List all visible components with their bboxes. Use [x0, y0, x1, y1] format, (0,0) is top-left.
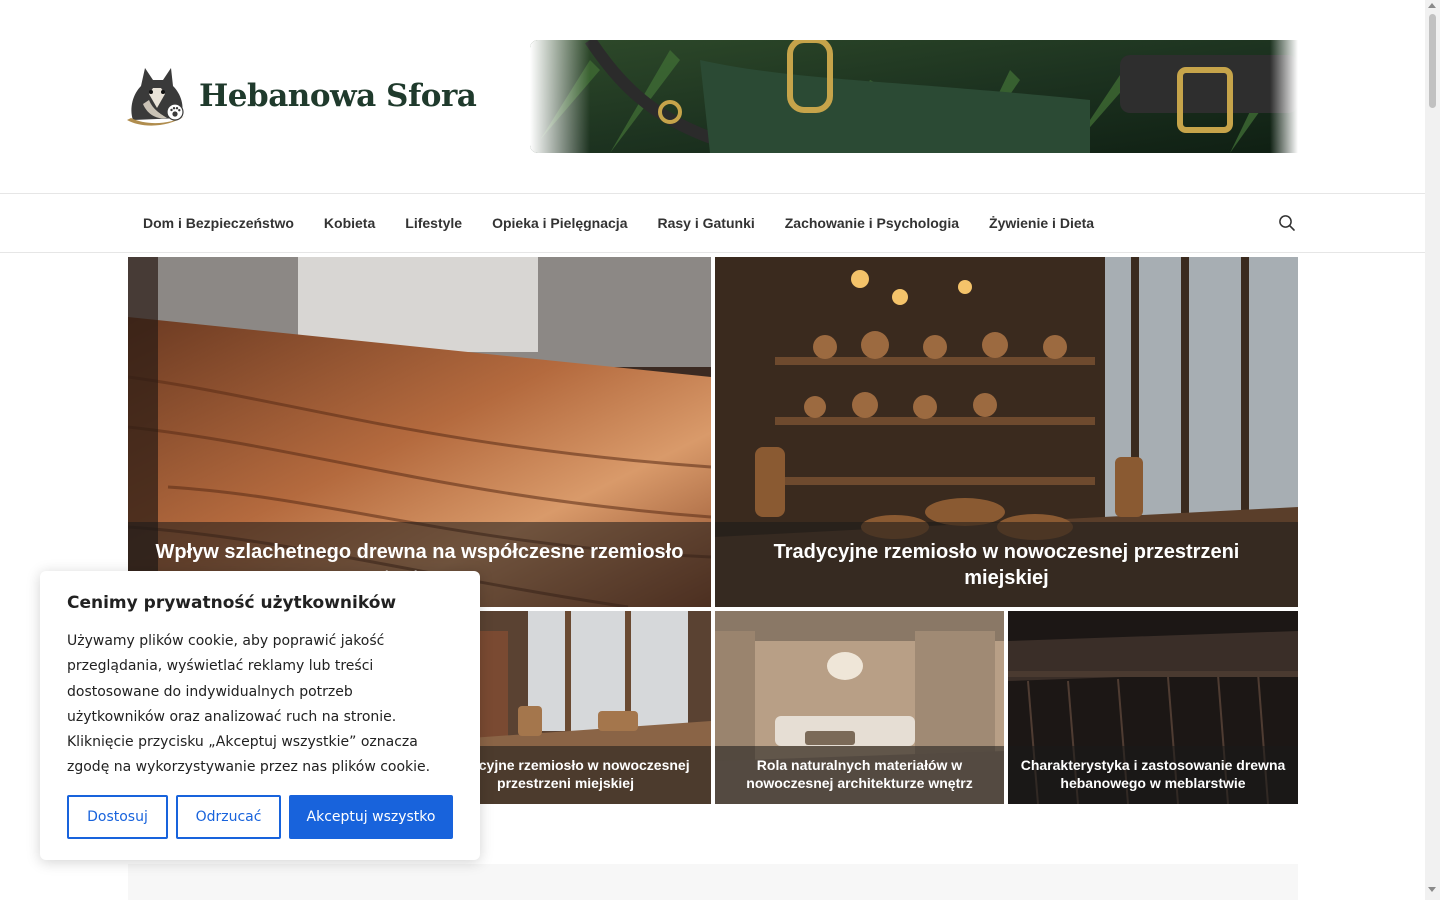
nav-item-dom-i-bezpieczenstwo[interactable]: Dom i Bezpieczeństwo	[128, 215, 309, 231]
featured-post-4[interactable]: Rola naturalnych materiałów w nowoczesne…	[715, 611, 1004, 804]
featured-post-2[interactable]: Tradycyjne rzemiosło w nowoczesnej przes…	[715, 257, 1298, 607]
site-header: Hebanowa Sfora	[0, 0, 1425, 193]
nav-menu: Dom i Bezpieczeństwo Kobieta Lifestyle O…	[128, 194, 1109, 252]
cookie-banner-actions: Dostosuj Odrzucać Akceptuj wszystko	[67, 795, 453, 839]
scroll-up-arrow-icon[interactable]	[1428, 3, 1436, 8]
nav-item-zywienie-i-dieta[interactable]: Żywienie i Dieta	[974, 215, 1109, 231]
featured-post-title[interactable]: Charakterystyka i zastosowanie drewna he…	[1008, 746, 1298, 804]
customize-button[interactable]: Dostosuj	[67, 795, 168, 839]
nav-item-rasy-i-gatunki[interactable]: Rasy i Gatunki	[642, 215, 769, 231]
page-scrollbar[interactable]	[1425, 0, 1440, 900]
nav-item-zachowanie-i-psychologia[interactable]: Zachowanie i Psychologia	[770, 215, 974, 231]
featured-post-1[interactable]: Wpływ szlachetnego drewna na współczesne…	[128, 257, 711, 607]
header-banner[interactable]	[530, 40, 1298, 153]
featured-post-title[interactable]: Tradycyjne rzemiosło w nowoczesnej przes…	[715, 522, 1298, 607]
scroll-down-arrow-icon[interactable]	[1428, 887, 1436, 892]
husky-dog-icon	[127, 68, 185, 126]
accept-all-button[interactable]: Akceptuj wszystko	[289, 795, 453, 839]
cookie-banner-text: Używamy plików cookie, aby poprawić jako…	[67, 633, 431, 776]
nav-item-lifestyle[interactable]: Lifestyle	[390, 215, 477, 231]
main-navigation: Dom i Bezpieczeństwo Kobieta Lifestyle O…	[0, 193, 1425, 253]
nav-item-kobieta[interactable]: Kobieta	[309, 215, 390, 231]
cookie-consent-banner: Cenimy prywatność użytkowników Używamy p…	[40, 571, 480, 860]
site-logo[interactable]: Hebanowa Sfora	[127, 64, 477, 128]
featured-post-5[interactable]: Charakterystyka i zastosowanie drewna he…	[1008, 611, 1298, 804]
cookie-banner-title: Cenimy prywatność użytkowników	[67, 593, 397, 613]
nav-item-opieka-i-pielegnacja[interactable]: Opieka i Pielęgnacja	[477, 215, 642, 231]
dog-collars-leash-banner	[530, 40, 1298, 153]
site-name: Hebanowa Sfora	[199, 78, 477, 114]
reject-button[interactable]: Odrzucać	[176, 795, 281, 839]
scroll-thumb[interactable]	[1429, 14, 1436, 108]
search-icon[interactable]	[1278, 214, 1296, 232]
featured-post-title[interactable]: Rola naturalnych materiałów w nowoczesne…	[715, 746, 1004, 804]
content-section-start	[128, 864, 1298, 900]
